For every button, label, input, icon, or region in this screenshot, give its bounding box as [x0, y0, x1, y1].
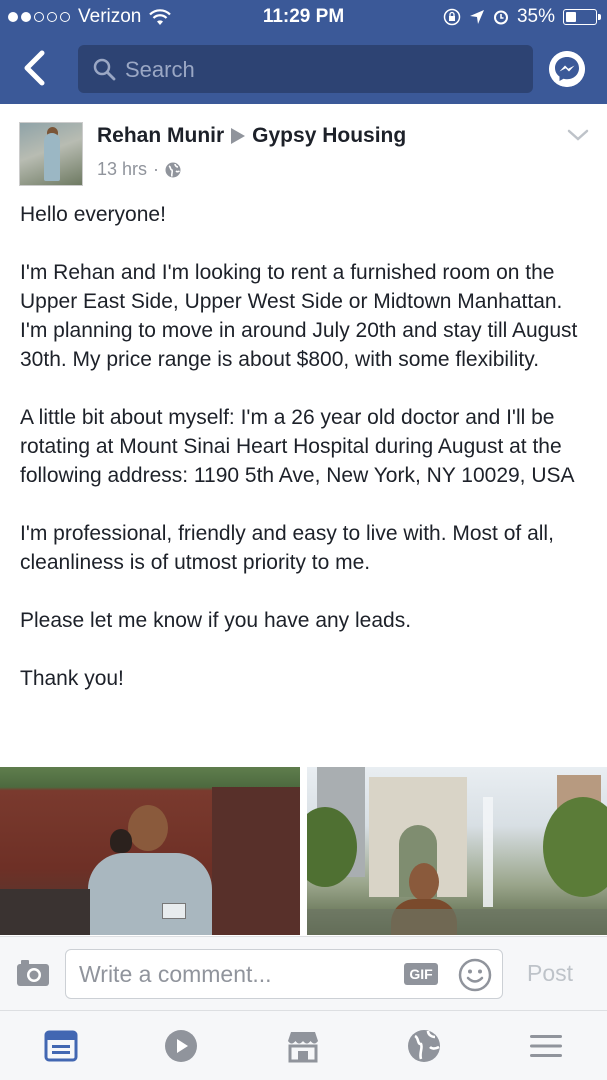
- status-bar: Verizon 11:29 PM 35%: [0, 0, 607, 36]
- post-timestamp[interactable]: 13 hrs: [97, 159, 147, 180]
- post-paragraph: Hello everyone!: [20, 203, 166, 226]
- post-paragraph: Please let me know if you have any leads…: [20, 609, 412, 632]
- search-input[interactable]: Search: [78, 45, 533, 93]
- shared-to-arrow-icon: [231, 128, 246, 144]
- location-arrow-icon: [469, 10, 484, 24]
- globe-notifications-icon[interactable]: [406, 1028, 442, 1064]
- rotation-lock-icon: [443, 8, 461, 26]
- chevron-down-icon[interactable]: [567, 128, 589, 142]
- alarm-icon: [493, 10, 508, 25]
- marketplace-icon[interactable]: [285, 1028, 321, 1064]
- comment-input[interactable]: Write a comment... GIF: [65, 949, 503, 999]
- comment-placeholder: Write a comment...: [79, 961, 272, 987]
- post-photo[interactable]: [0, 767, 300, 935]
- post-meta: 13 hrs ·: [97, 159, 181, 180]
- battery-icon: [563, 9, 601, 25]
- post-body: Hello everyone! I'm Rehan and I'm lookin…: [20, 200, 595, 722]
- camera-icon[interactable]: [16, 959, 50, 987]
- post-comment-button[interactable]: Post: [527, 960, 573, 987]
- menu-icon[interactable]: [528, 1028, 564, 1064]
- group-name[interactable]: Gypsy Housing: [252, 124, 406, 148]
- comment-composer: Write a comment... GIF Post: [0, 936, 607, 1010]
- post-paragraph: Thank you!: [20, 667, 124, 690]
- tab-bar: [0, 1010, 607, 1080]
- chevron-left-icon[interactable]: [20, 50, 52, 86]
- messenger-icon[interactable]: [549, 51, 585, 87]
- gif-button[interactable]: GIF: [404, 963, 438, 985]
- search-placeholder: Search: [125, 57, 195, 82]
- post-photo[interactable]: [307, 767, 607, 935]
- post-header: Rehan Munir Gypsy Housing: [97, 124, 406, 148]
- search-icon: [93, 58, 116, 81]
- news-feed-icon[interactable]: [43, 1028, 79, 1064]
- meta-separator: ·: [153, 159, 160, 179]
- emoji-icon[interactable]: [458, 958, 492, 992]
- globe-icon: [165, 162, 181, 177]
- post-paragraph: I'm Rehan and I'm looking to rent a furn…: [20, 261, 578, 371]
- author-name[interactable]: Rehan Munir: [97, 124, 224, 148]
- post-paragraph: I'm professional, friendly and easy to l…: [20, 522, 554, 574]
- video-icon[interactable]: [163, 1028, 199, 1064]
- battery-percent: 35%: [516, 6, 555, 27]
- header: Verizon 11:29 PM 35% Search: [0, 0, 607, 104]
- photo-grid: [0, 767, 607, 935]
- post-paragraph: A little bit about myself: I'm a 26 year…: [20, 406, 575, 487]
- avatar[interactable]: [19, 122, 83, 186]
